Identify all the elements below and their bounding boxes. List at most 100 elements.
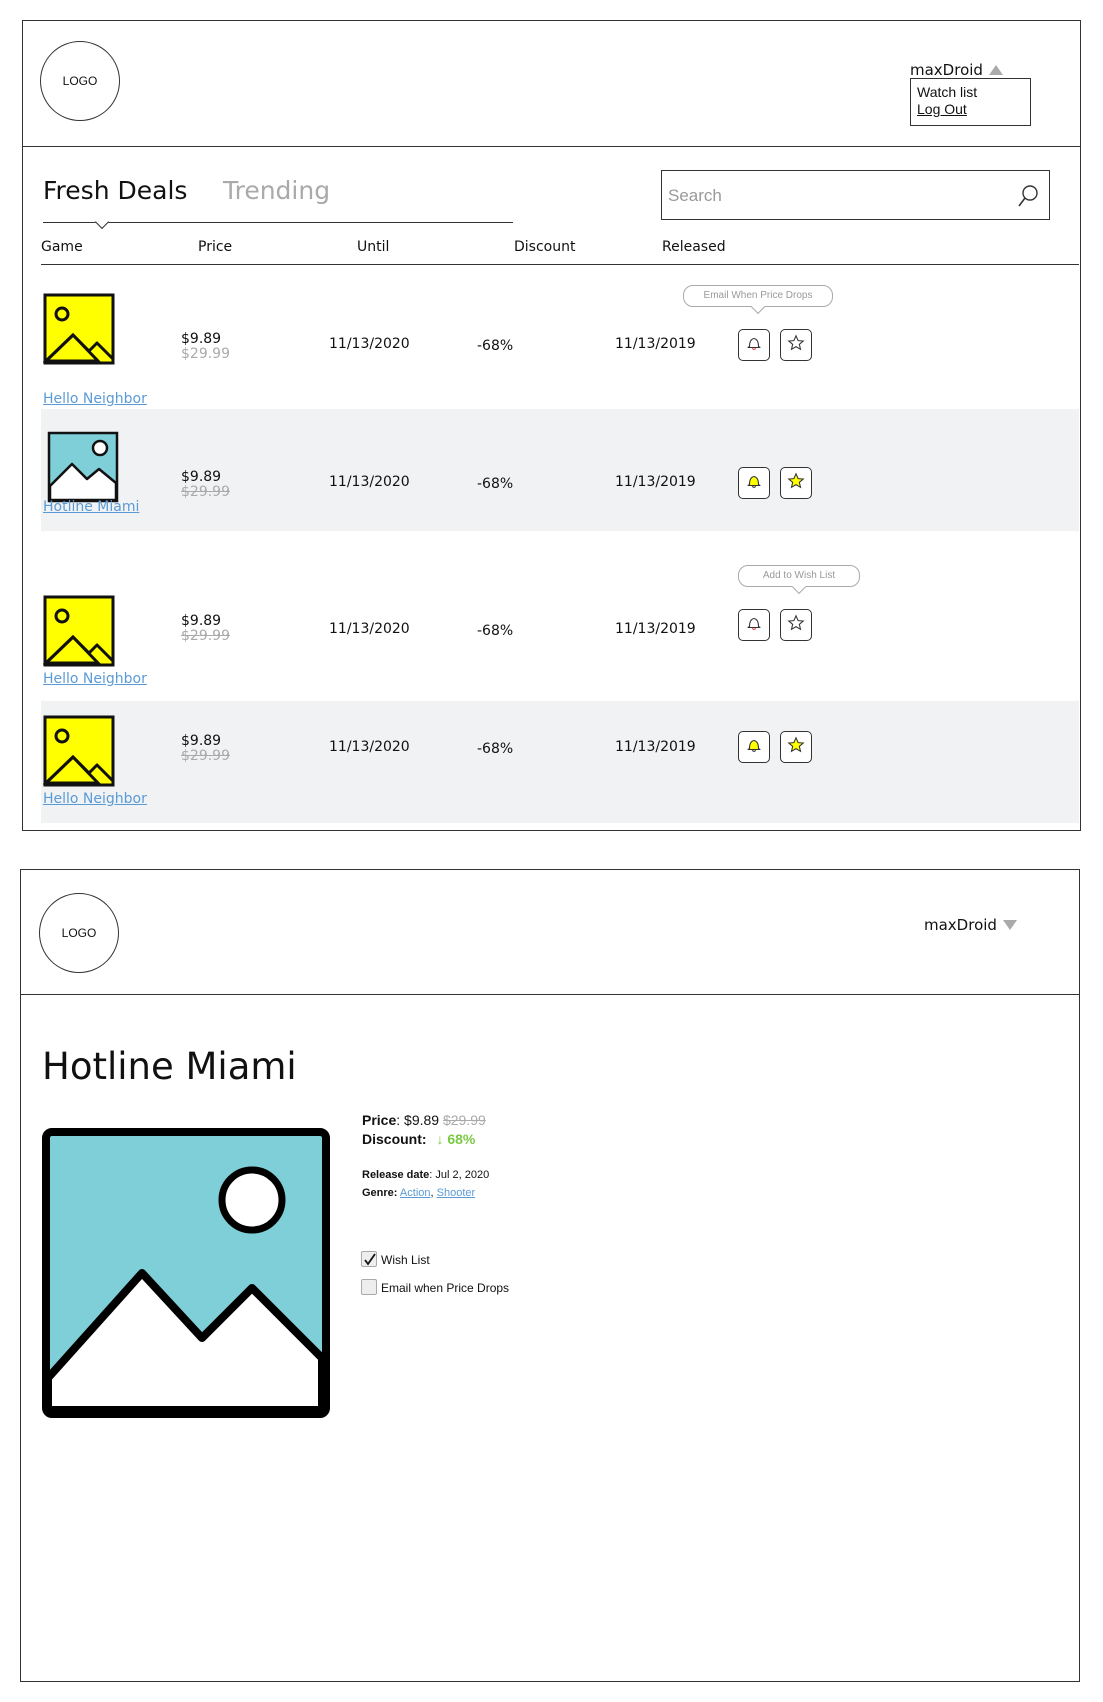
tab-underline (43, 222, 513, 223)
caret-down-icon (1002, 920, 1017, 930)
old-price: $29.99 (181, 484, 230, 500)
genre-link-shooter[interactable]: Shooter (437, 1187, 476, 1199)
bell-icon (745, 736, 763, 758)
game-cover-image (42, 1128, 330, 1418)
bell-icon (745, 614, 763, 636)
tab-trending[interactable]: Trending (223, 176, 330, 205)
price-alert-button[interactable] (738, 329, 770, 361)
col-header-game: Game (41, 239, 83, 255)
discount-value: -68% (477, 623, 514, 639)
game-thumbnail[interactable] (42, 595, 115, 667)
game-thumbnail[interactable] (47, 431, 119, 503)
down-arrow-icon: ↓ (436, 1131, 444, 1147)
old-price: $29.99 (181, 346, 230, 362)
search-input[interactable]: Search (661, 170, 1050, 220)
release-line: Release date: Jul 2, 2020 (362, 1169, 490, 1181)
logo[interactable]: LOGO (40, 41, 120, 121)
price-alert-button[interactable] (738, 609, 770, 641)
tab-bar: Fresh Deals Trending (43, 176, 513, 236)
game-thumbnail[interactable] (42, 715, 115, 787)
old-price: $29.99 (181, 628, 230, 644)
current-price: $9.89 (181, 331, 222, 347)
old-price: $29.99 (442, 1112, 486, 1128)
username: maxDroid (910, 61, 983, 79)
star-icon (787, 334, 805, 356)
discount-value: -68% (477, 338, 514, 354)
menu-item-watch-list[interactable]: Watch list (917, 84, 1030, 101)
current-price: $9.89 (404, 1112, 440, 1128)
table-row: Hello Neighbor $9.89 $29.99 11/13/2020 -68% 1… (41, 561, 1079, 701)
col-header-released: Released (662, 239, 726, 255)
star-icon (787, 614, 805, 636)
game-name-link[interactable]: Hello Neighbor (43, 391, 147, 407)
game-name-link[interactable]: Hotline Miami (43, 499, 139, 515)
genre-label: Genre: (362, 1187, 398, 1199)
wishlist-button[interactable] (780, 609, 812, 641)
release-label: Release date (362, 1169, 430, 1181)
game-title: Hotline Miami (42, 1045, 297, 1088)
logo[interactable]: LOGO (39, 893, 119, 973)
price-alert-button[interactable] (738, 731, 770, 763)
deal-until: 11/13/2020 (329, 739, 410, 755)
caret-up-icon (988, 65, 1003, 75)
discount-line: Discount: ↓ 68% (362, 1131, 475, 1147)
current-price: $9.89 (181, 469, 222, 485)
user-dropdown: Watch list Log Out (910, 78, 1031, 126)
wishlist-button[interactable] (780, 329, 812, 361)
deal-until: 11/13/2020 (329, 474, 410, 490)
price-line: Price: $9.89 $29.99 (362, 1112, 486, 1128)
deals-screen: LOGO maxDroid Watch list Log Out Fresh D… (22, 20, 1081, 831)
search-placeholder: Search (668, 186, 722, 205)
discount-value: 68% (447, 1131, 476, 1147)
star-icon (787, 472, 805, 494)
price-alert-button[interactable] (738, 467, 770, 499)
tab-active-caret (94, 214, 110, 230)
col-header-price: Price (198, 239, 233, 255)
bell-icon (745, 472, 763, 494)
logo-text: LOGO (61, 926, 97, 940)
user-menu-toggle[interactable]: maxDroid (910, 61, 1003, 79)
game-thumbnail[interactable] (42, 293, 115, 365)
table-row: Hello Neighbor $9.89 $29.99 11/13/2020 -68% 1… (41, 701, 1079, 823)
col-header-until: Until (357, 239, 390, 255)
col-header-discount: Discount (514, 239, 576, 255)
user-menu-toggle[interactable]: maxDroid (924, 916, 1017, 934)
star-icon (787, 736, 805, 758)
game-name-link[interactable]: Hello Neighbor (43, 791, 147, 807)
release-date: 11/13/2019 (615, 621, 696, 637)
current-price: $9.89 (181, 613, 222, 629)
discount-value: -68% (477, 476, 514, 492)
menu-item-log-out[interactable]: Log Out (917, 101, 1030, 118)
release-date: 11/13/2019 (615, 336, 696, 352)
genre-link-action[interactable]: Action (400, 1187, 431, 1199)
wishlist-button[interactable] (780, 467, 812, 499)
email-price-drop-checkbox[interactable] (361, 1279, 377, 1295)
checkmark-icon (364, 1253, 376, 1266)
release-date: Jul 2, 2020 (435, 1169, 490, 1181)
tooltip: Add to Wish List (738, 565, 860, 587)
wishlist-label: Wish List (381, 1253, 430, 1267)
discount-value: -68% (477, 741, 514, 757)
table-row: Hotline Miami $9.89 $29.99 11/13/2020 -68% 11… (41, 409, 1079, 531)
wishlist-checkbox[interactable] (361, 1251, 377, 1267)
wishlist-button[interactable] (780, 731, 812, 763)
price-label: Price (362, 1112, 397, 1128)
header-row-divider (41, 264, 1079, 265)
search-icon[interactable] (1017, 184, 1039, 208)
bell-icon (745, 334, 763, 356)
header-divider (21, 994, 1079, 995)
logo-text: LOGO (62, 74, 98, 88)
tab-fresh-deals[interactable]: Fresh Deals (43, 176, 187, 205)
deal-until: 11/13/2020 (329, 621, 410, 637)
tooltip: Email When Price Drops (683, 285, 833, 307)
game-name-link[interactable]: Hello Neighbor (43, 671, 147, 687)
header-divider (23, 146, 1080, 147)
deal-until: 11/13/2020 (329, 336, 410, 352)
email-price-drop-label: Email when Price Drops (381, 1281, 510, 1295)
username: maxDroid (924, 916, 997, 934)
genre-line: Genre: Action, Shooter (362, 1187, 476, 1199)
old-price: $29.99 (181, 748, 230, 764)
discount-label: Discount: (362, 1131, 427, 1147)
release-date: 11/13/2019 (615, 739, 696, 755)
current-price: $9.89 (181, 733, 222, 749)
